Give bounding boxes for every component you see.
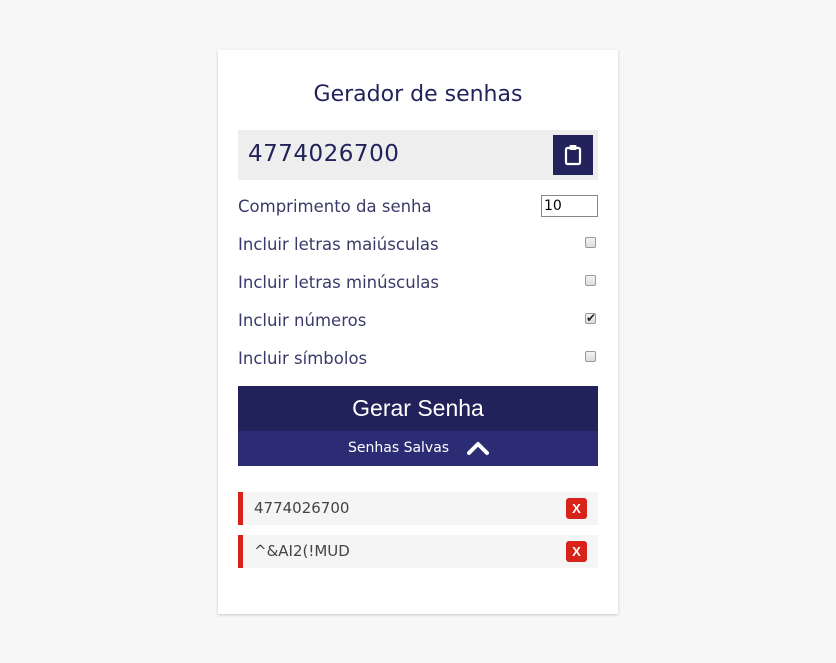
- generate-button[interactable]: Gerar Senha: [238, 386, 598, 431]
- generated-password: 4774026700: [248, 141, 400, 167]
- generated-password-box: 4774026700: [238, 130, 598, 180]
- delete-button[interactable]: X: [566, 541, 587, 562]
- saved-password-item: 4774026700 X: [238, 492, 598, 525]
- numbers-checkbox[interactable]: ✔: [585, 311, 597, 325]
- item-accent-bar: [238, 535, 243, 568]
- clipboard-icon: [564, 145, 582, 166]
- lowercase-checkbox[interactable]: [585, 275, 596, 286]
- length-input[interactable]: [541, 195, 598, 217]
- numbers-row: Incluir números ✔: [238, 309, 598, 333]
- uppercase-label: Incluir letras maiúsculas: [238, 235, 439, 254]
- symbols-checkbox[interactable]: [585, 351, 596, 362]
- chevron-up-icon: [467, 442, 489, 455]
- saved-password-value: 4774026700: [254, 499, 350, 517]
- length-label: Comprimento da senha: [238, 197, 432, 216]
- checkmark-icon: ✔: [586, 311, 597, 325]
- saved-password-item: ^&AI2(!MUD X: [238, 535, 598, 568]
- saved-passwords-label: Senhas Salvas: [348, 440, 450, 456]
- length-row: Comprimento da senha: [238, 195, 598, 219]
- lowercase-label: Incluir letras minúsculas: [238, 273, 439, 292]
- numbers-label: Incluir números: [238, 311, 367, 330]
- copy-button[interactable]: [553, 135, 593, 175]
- saved-password-value: ^&AI2(!MUD: [254, 542, 350, 560]
- saved-passwords-toggle[interactable]: Senhas Salvas: [238, 431, 598, 466]
- delete-button[interactable]: X: [566, 498, 587, 519]
- lowercase-row: Incluir letras minúsculas: [238, 271, 598, 295]
- uppercase-checkbox[interactable]: [585, 237, 596, 248]
- item-accent-bar: [238, 492, 243, 525]
- uppercase-row: Incluir letras maiúsculas: [238, 233, 598, 257]
- symbols-row: Incluir símbolos: [238, 347, 598, 371]
- password-generator-card: Gerador de senhas 4774026700 Comprimento…: [218, 50, 618, 614]
- symbols-label: Incluir símbolos: [238, 349, 368, 368]
- page-title: Gerador de senhas: [313, 82, 523, 107]
